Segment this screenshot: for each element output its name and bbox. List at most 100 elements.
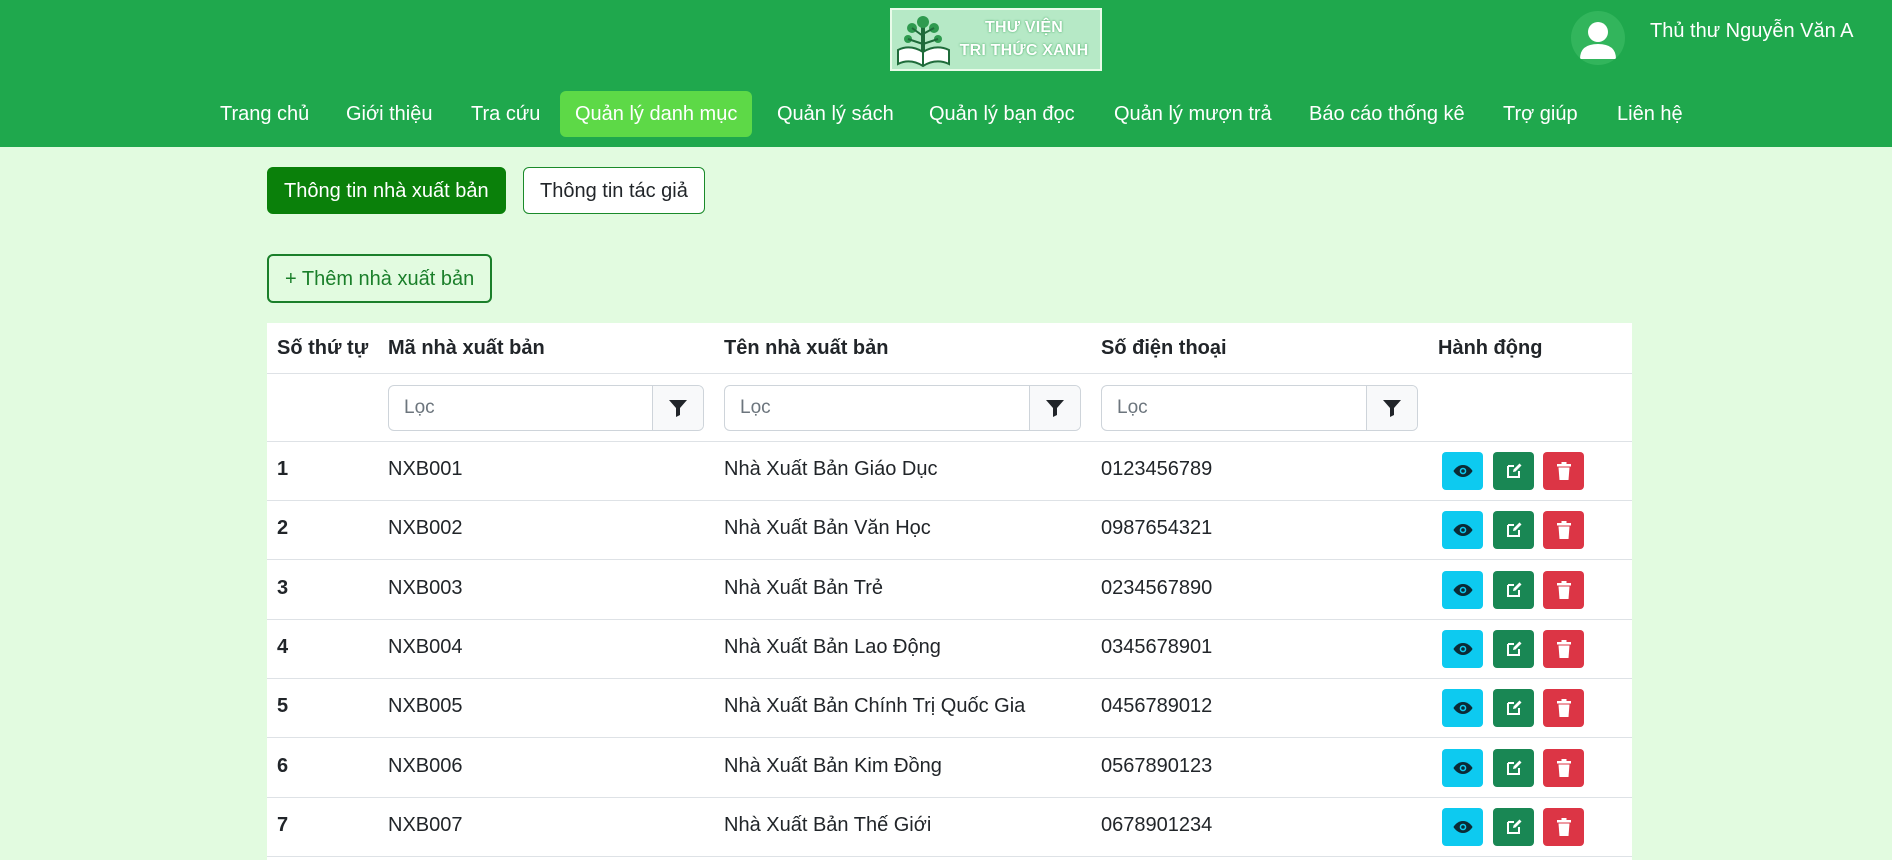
library-logo[interactable]: THƯ VIỆN TRI THỨC XANH	[890, 8, 1102, 71]
cell-publisher-code: NXB003	[388, 576, 463, 599]
cell-publisher-code: NXB006	[388, 754, 463, 777]
view-button[interactable]	[1442, 807, 1483, 846]
cell-stt: 1	[277, 458, 289, 480]
edit-icon	[1506, 522, 1521, 538]
cell-stt: 6	[277, 754, 289, 777]
edit-icon	[1506, 819, 1521, 834]
edit-icon	[1506, 582, 1521, 597]
eye-icon	[1453, 642, 1472, 655]
eye-icon	[1453, 524, 1472, 537]
cell-phone: 0234567890	[1101, 576, 1213, 599]
edit-button[interactable]	[1493, 689, 1534, 728]
eye-icon	[1453, 820, 1472, 833]
trash-icon	[1556, 521, 1571, 540]
view-button[interactable]	[1442, 689, 1483, 728]
filter-phone-button[interactable]	[1366, 386, 1417, 430]
cell-publisher-code: NXB002	[388, 517, 463, 540]
logo-title-line1: THƯ VIỆN	[985, 19, 1063, 36]
nav-item-home[interactable]: Trang chủ	[220, 91, 309, 137]
filter-phone-input[interactable]	[1102, 386, 1369, 430]
view-button[interactable]	[1442, 629, 1483, 668]
view-button[interactable]	[1442, 570, 1483, 609]
nav-item-reader-management[interactable]: Quản lý bạn đọc	[929, 91, 1075, 137]
nav-item-book-management[interactable]: Quản lý sách	[777, 91, 894, 137]
edit-button[interactable]	[1493, 511, 1534, 550]
delete-button[interactable]	[1543, 570, 1584, 609]
table-row: 5 NXB005 Nhà Xuất Bản Chính Trị Quốc Gia 04…	[267, 679, 1632, 739]
edit-button[interactable]	[1493, 570, 1534, 609]
nav-item-loan-management[interactable]: Quản lý mượn trả	[1114, 91, 1272, 137]
filter-name-button[interactable]	[1029, 386, 1080, 430]
trash-icon	[1556, 758, 1571, 777]
filter-name-input[interactable]	[725, 386, 1032, 430]
trash-icon	[1556, 699, 1571, 718]
logo-title-line2: TRI THỨC XANH	[959, 42, 1089, 59]
row-divider	[267, 855, 1632, 857]
delete-button[interactable]	[1543, 629, 1584, 668]
column-header-publisher-code[interactable]: Mã nhà xuất bản	[388, 337, 545, 360]
header: THƯ VIỆN TRI THỨC XANH Thủ thư Nguyễn Vă…	[0, 0, 1892, 147]
cell-phone: 0456789012	[1101, 695, 1213, 718]
cell-phone: 0567890123	[1101, 754, 1213, 777]
table-row: 2 NXB002 Nhà Xuất Bản Văn Học 0987654321	[267, 501, 1632, 561]
nav-item-about[interactable]: Giới thiệu	[346, 91, 432, 137]
delete-button[interactable]	[1543, 689, 1584, 728]
cell-stt: 5	[277, 695, 289, 718]
trash-icon	[1556, 462, 1571, 480]
delete-button[interactable]	[1543, 807, 1584, 846]
cell-stt: 4	[277, 635, 289, 658]
cell-phone: 0345678901	[1101, 635, 1213, 658]
nav-item-help[interactable]: Trợ giúp	[1503, 91, 1578, 137]
table-row: 4 NXB004 Nhà Xuất Bản Lao Động 0345678901	[267, 620, 1632, 679]
eye-icon	[1453, 761, 1472, 774]
column-header-stt[interactable]: Số thứ tự	[277, 337, 368, 360]
edit-icon	[1506, 700, 1521, 716]
filter-code-input[interactable]	[389, 386, 655, 430]
nav-item-search[interactable]: Tra cứu	[471, 91, 540, 137]
filter-icon	[1046, 400, 1064, 417]
main-nav: Trang chủ Giới thiệu Tra cứu Quản lý dan…	[0, 91, 1892, 137]
delete-button[interactable]	[1543, 511, 1584, 550]
trash-icon	[1556, 639, 1571, 658]
tab-author-info[interactable]: Thông tin tác giả	[523, 167, 705, 214]
edit-button[interactable]	[1493, 807, 1534, 846]
publisher-table: Số thứ tự Mã nhà xuất bản Tên nhà xuất b…	[267, 323, 1632, 860]
cell-phone: 0987654321	[1101, 517, 1213, 540]
user-avatar[interactable]	[1571, 11, 1625, 65]
filter-name	[724, 385, 1081, 431]
trash-icon	[1556, 580, 1571, 599]
view-button[interactable]	[1442, 748, 1483, 787]
column-header-actions: Hành động	[1438, 337, 1543, 359]
filter-code	[388, 385, 704, 431]
cell-publisher-name: Nhà Xuất Bản Chính Trị Quốc Gia	[724, 695, 1026, 718]
column-header-phone[interactable]: Số điện thoại	[1101, 337, 1227, 360]
edit-button[interactable]	[1493, 748, 1534, 787]
column-header-publisher-name[interactable]: Tên nhà xuất bản	[724, 337, 888, 360]
table-row: 1 NXB001 Nhà Xuất Bản Giáo Dục 0123456789	[267, 442, 1632, 501]
cell-phone: 0123456789	[1101, 458, 1213, 480]
cell-publisher-code: NXB005	[388, 695, 463, 718]
cell-stt: 2	[277, 517, 289, 540]
filter-code-button[interactable]	[652, 386, 703, 430]
view-button[interactable]	[1442, 511, 1483, 550]
nav-item-reports[interactable]: Báo cáo thống kê	[1309, 91, 1465, 137]
user-name[interactable]: Thủ thư Nguyễn Văn A	[1650, 20, 1854, 43]
cell-publisher-code: NXB007	[388, 813, 463, 836]
cell-publisher-name: Nhà Xuất Bản Thế Giới	[724, 813, 932, 836]
edit-button[interactable]	[1493, 452, 1534, 490]
edit-icon	[1506, 463, 1521, 478]
eye-icon	[1453, 465, 1472, 477]
nav-item-catalog-management[interactable]: Quản lý danh mục	[560, 91, 753, 137]
edit-button[interactable]	[1493, 629, 1534, 668]
trash-icon	[1556, 817, 1571, 836]
view-button[interactable]	[1442, 452, 1483, 490]
eye-icon	[1453, 583, 1472, 596]
edit-icon	[1506, 641, 1521, 656]
tab-publisher-info[interactable]: Thông tin nhà xuất bản	[267, 167, 506, 214]
add-publisher-button[interactable]: + Thêm nhà xuất bản	[267, 254, 493, 303]
delete-button[interactable]	[1543, 748, 1584, 787]
filter-icon	[1383, 400, 1401, 417]
nav-item-contact[interactable]: Liên hệ	[1617, 91, 1683, 137]
delete-button[interactable]	[1543, 452, 1584, 490]
cell-publisher-code: NXB001	[388, 458, 463, 480]
